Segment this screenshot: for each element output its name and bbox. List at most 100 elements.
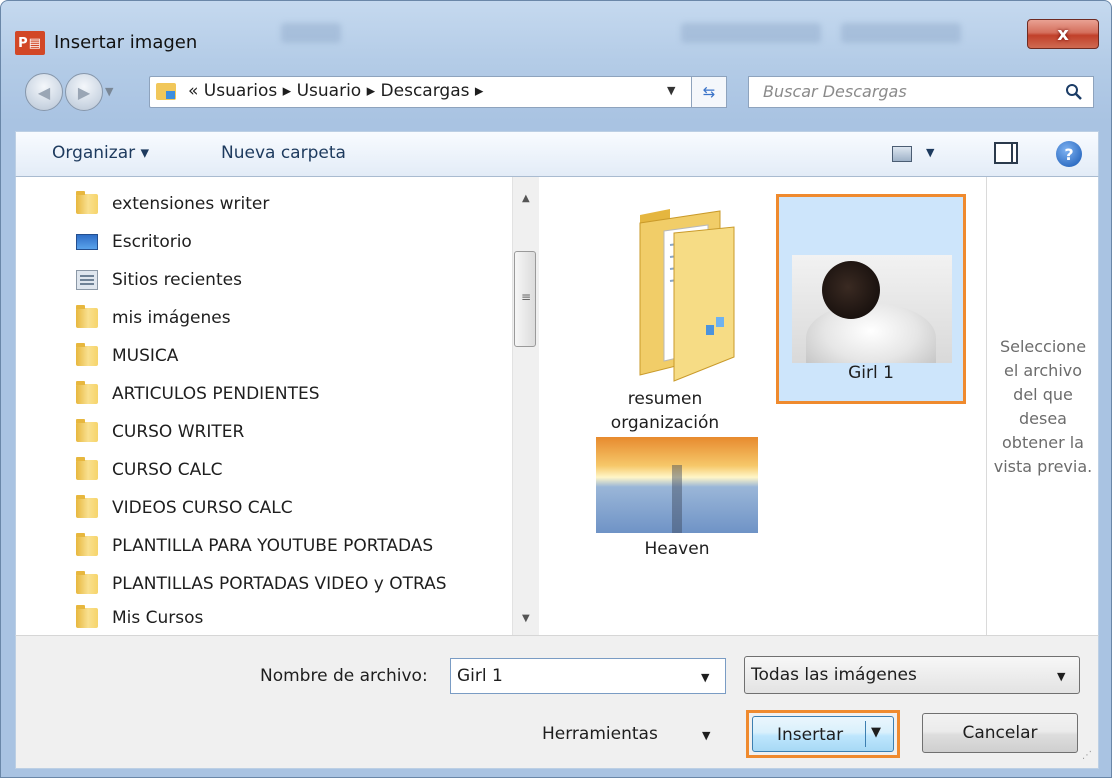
nav-item-label: VIDEOS CURSO CALC: [112, 498, 293, 518]
nav-item-articulos-pendientes[interactable]: ARTICULOS PENDIENTES: [76, 379, 320, 409]
search-icon[interactable]: [1065, 83, 1083, 101]
nav-item-label: CURSO CALC: [112, 460, 223, 480]
refresh-button[interactable]: ⇆: [691, 76, 727, 108]
forward-button[interactable]: ▶: [65, 73, 103, 111]
file-label: resumen organización: [580, 387, 750, 435]
thumbnail-shape: [822, 261, 880, 319]
nav-item-musica[interactable]: MUSICA: [76, 341, 178, 371]
nav-item-mis-cursos[interactable]: Mis Cursos: [76, 603, 203, 633]
insert-image-dialog: P ▤ Insertar imagen x ◀ ▶ ▼ « Usuarios ▸ …: [0, 0, 1112, 778]
insert-button[interactable]: Insertar ▼: [752, 716, 894, 752]
nav-item-extensiones-writer[interactable]: extensiones writer: [76, 189, 269, 219]
desktop-icon: [76, 234, 98, 250]
insert-split-divider: [865, 721, 866, 747]
close-button[interactable]: x: [1027, 19, 1099, 49]
nav-item-label: CURSO WRITER: [112, 422, 245, 442]
command-toolbar: Organizar ▾ Nueva carpeta ▼ ?: [15, 131, 1099, 177]
nav-item-label: MUSICA: [112, 346, 179, 366]
nav-item-label: Escritorio: [112, 232, 192, 252]
folder-icon: [76, 571, 98, 594]
folder-icon: [76, 533, 98, 556]
preview-pane-icon[interactable]: [994, 142, 1018, 164]
tools-dropdown-icon[interactable]: ▼: [702, 729, 710, 742]
preview-line: obtener la: [1002, 433, 1084, 452]
preview-line: vista previa.: [993, 457, 1093, 476]
view-options-dropdown[interactable]: ▼: [926, 146, 934, 159]
filename-value[interactable]: Girl 1: [457, 666, 503, 686]
scrollbar-thumb[interactable]: ≡: [514, 251, 536, 347]
nav-item-label: Sitios recientes: [112, 270, 242, 290]
nav-item-label: PLANTILLAS PORTADAS VIDEO y OTRAS: [112, 574, 447, 594]
heaven-thumbnail: [596, 437, 758, 533]
file-item-girl-1-selected[interactable]: Girl 1: [776, 194, 966, 404]
file-label-line1: resumen: [627, 389, 703, 409]
new-folder-button[interactable]: Nueva carpeta: [221, 143, 346, 163]
address-dropdown-icon[interactable]: ▼: [667, 84, 675, 97]
nav-item-label: extensiones writer: [112, 194, 270, 214]
back-button[interactable]: ◀: [25, 73, 63, 111]
cancel-button[interactable]: Cancelar: [922, 713, 1078, 753]
file-label: Heaven: [644, 539, 710, 559]
folder-icon: [76, 457, 98, 480]
nav-item-curso-writer[interactable]: CURSO WRITER: [76, 417, 244, 447]
file-type-value: Todas las imágenes: [751, 665, 917, 685]
search-placeholder: Buscar Descargas: [763, 82, 907, 101]
help-icon[interactable]: ?: [1056, 141, 1082, 167]
preview-pane: Seleccione el archivo del que desea obte…: [986, 177, 1098, 635]
change-view-icon[interactable]: [892, 146, 912, 162]
nav-item-sitios-recientes[interactable]: Sitios recientes: [76, 265, 242, 295]
nav-item-curso-calc[interactable]: CURSO CALC: [76, 455, 223, 485]
folder-icon: [76, 381, 98, 404]
insert-highlight: Insertar ▼: [746, 710, 900, 758]
arrow-left-icon: ◀: [37, 82, 51, 102]
recent-locations-dropdown[interactable]: ▼: [105, 85, 113, 98]
search-box[interactable]: Buscar Descargas: [748, 76, 1094, 108]
nav-item-videos-curso-calc[interactable]: VIDEOS CURSO CALC: [76, 493, 293, 523]
filename-dropdown-icon[interactable]: ▼: [701, 671, 709, 684]
folder-download-icon: [156, 83, 176, 100]
preview-line: Seleccione: [999, 337, 1087, 356]
organize-menu-button[interactable]: Organizar ▾: [52, 143, 149, 163]
nav-item-label: ARTICULOS PENDIENTES: [112, 384, 320, 404]
girl-1-thumbnail: [792, 255, 952, 363]
folder-icon: [76, 495, 98, 518]
folder-icon: [76, 419, 98, 442]
folder-icon: [76, 305, 98, 328]
address-bar[interactable]: « Usuarios ▸ Usuario ▸ Descargas ▸ ▼: [149, 76, 707, 108]
tools-menu-button[interactable]: Herramientas: [542, 724, 658, 744]
file-type-dropdown-icon[interactable]: ▼: [1057, 670, 1065, 683]
nav-item-label: mis imágenes: [112, 308, 231, 328]
file-label-line2: organización: [610, 413, 720, 433]
thumbnail-shape: [806, 303, 936, 363]
refresh-icon: ⇆: [702, 83, 716, 101]
powerpoint-app-icon: P ▤: [15, 31, 45, 55]
preview-line: desea: [1019, 409, 1067, 428]
filename-label: Nombre de archivo:: [260, 666, 428, 686]
close-icon: x: [1057, 23, 1069, 45]
nav-pane-scrollbar[interactable]: ▲ ≡ ▼: [512, 177, 539, 635]
resize-grip-icon[interactable]: ⋰: [1082, 750, 1092, 761]
folder-icon: [76, 191, 98, 214]
scroll-up-arrow-icon[interactable]: ▲: [522, 193, 530, 204]
navigation-pane: extensiones writer Escritorio Sitios rec…: [16, 177, 539, 635]
content-area: extensiones writer Escritorio Sitios rec…: [15, 177, 1099, 635]
file-list: resumen organización Girl 1 Heaven: [544, 177, 984, 635]
help-symbol: ?: [1064, 144, 1074, 164]
file-type-select[interactable]: Todas las imágenes ▼: [744, 656, 1080, 694]
app-icon-letter: P: [18, 35, 29, 51]
nav-item-plantillas-portadas[interactable]: PLANTILLAS PORTADAS VIDEO y OTRAS: [76, 569, 447, 599]
insert-label: Insertar: [777, 725, 844, 745]
folder-icon: [76, 605, 98, 628]
address-path[interactable]: « Usuarios ▸ Usuario ▸ Descargas ▸: [188, 81, 483, 101]
preview-message: Seleccione el archivo del que desea obte…: [991, 335, 1095, 479]
nav-item-label: Mis Cursos: [112, 608, 204, 628]
large-folder-icon: [639, 209, 735, 382]
scroll-down-arrow-icon[interactable]: ▼: [522, 613, 530, 624]
bottom-panel: Nombre de archivo: Girl 1 ▼ Todas las im…: [15, 635, 1099, 769]
arrow-right-icon: ▶: [77, 82, 91, 102]
filename-input[interactable]: Girl 1 ▼: [450, 658, 726, 694]
nav-item-plantilla-youtube[interactable]: PLANTILLA PARA YOUTUBE PORTADAS: [76, 531, 433, 561]
insert-options-dropdown-icon[interactable]: ▼: [871, 725, 881, 740]
nav-item-mis-imagenes[interactable]: mis imágenes: [76, 303, 231, 333]
nav-item-escritorio[interactable]: Escritorio: [76, 227, 192, 257]
